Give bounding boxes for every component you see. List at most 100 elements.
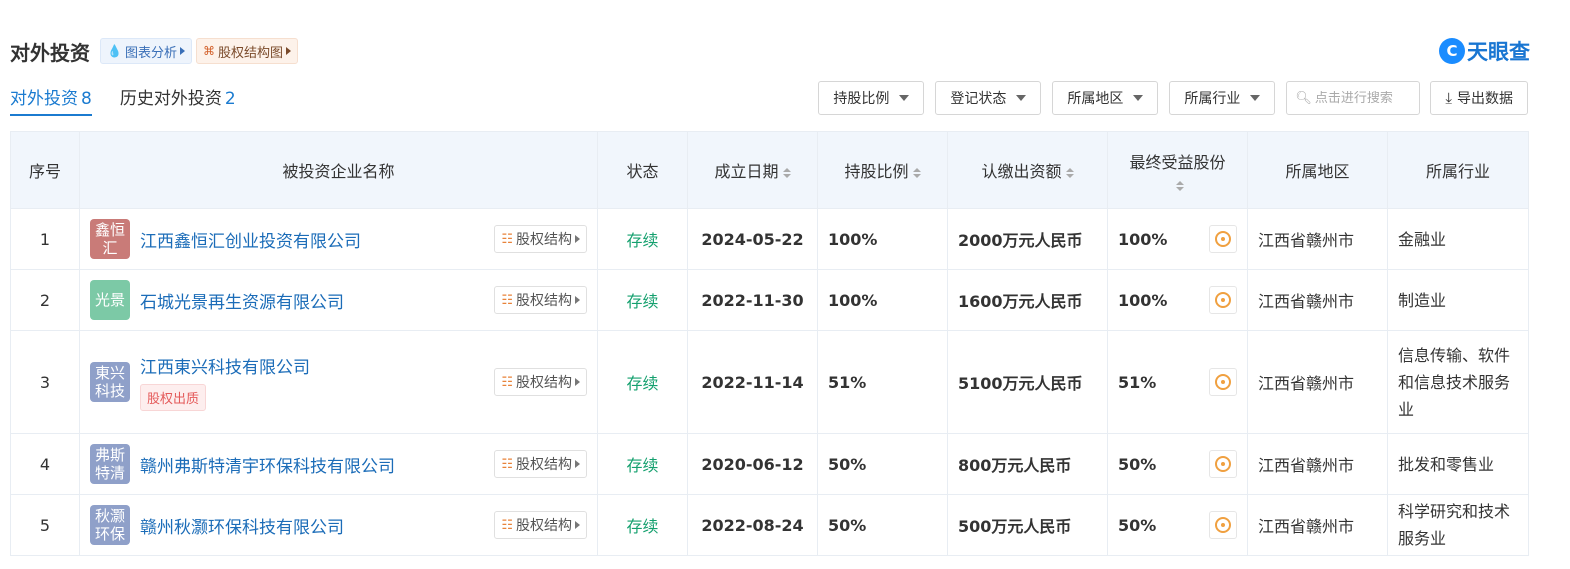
col-index: 序号: [10, 131, 80, 209]
benefit-ratio: 100%: [1118, 290, 1168, 310]
share-ratio: 100%: [817, 269, 948, 331]
trace-target-icon[interactable]: [1209, 286, 1237, 314]
chart-drop-icon: 💧: [107, 44, 122, 58]
trace-target-icon[interactable]: [1209, 225, 1237, 253]
chart-analysis-label: 图表分析: [124, 45, 177, 61]
company-logo: 秋灏环保: [90, 505, 130, 545]
network-icon: ⌘: [202, 44, 215, 58]
filter-label: 所属地区: [1067, 91, 1124, 107]
col-capital[interactable]: 认缴出资额: [947, 131, 1108, 209]
company-name-link[interactable]: 赣州秋灏环保科技有限公司: [140, 518, 344, 538]
sort-icon: [1175, 181, 1184, 191]
capital-amount: 5100万元人民币: [958, 374, 1083, 393]
search-input[interactable]: [1314, 90, 1415, 106]
company-logo-text: 光景: [94, 291, 125, 309]
filter-shareholding[interactable]: 持股比例: [818, 81, 925, 115]
share-ratio: 100%: [817, 208, 948, 270]
company-name-link[interactable]: 江西東兴科技有限公司: [140, 358, 310, 378]
company-logo-text: 弗斯特清: [94, 446, 125, 482]
company-logo: 光景: [90, 280, 130, 320]
equity-structure-button[interactable]: ⌘ 股权结构图: [195, 38, 298, 64]
trace-target-icon[interactable]: [1209, 450, 1237, 478]
tab-investments[interactable]: 对外投资 8: [10, 84, 92, 116]
filter-label: 所属行业: [1184, 91, 1241, 107]
trace-target-icon[interactable]: [1209, 368, 1237, 396]
filter-label: 登记状态: [950, 91, 1007, 107]
col-industry: 所属行业: [1387, 131, 1529, 209]
caret-right-icon: [575, 521, 580, 529]
sort-icon: [912, 167, 921, 178]
search-icon: 🔍︎: [1295, 90, 1312, 106]
status-badge: 存续: [597, 494, 688, 556]
benefit-cell: 50%: [1107, 494, 1248, 556]
tab-history-investments[interactable]: 历史对外投资 2: [120, 84, 236, 116]
row-index: 2: [10, 269, 80, 331]
tab-bar: 对外投资 8 历史对外投资 2: [10, 84, 264, 116]
company-name-link[interactable]: 江西鑫恒汇创业投资有限公司: [140, 232, 361, 252]
equity-structure-row-button[interactable]: ☷ 股权结构: [494, 225, 587, 253]
brand-logo: C 天眼查: [1439, 36, 1530, 66]
chevron-down-icon: [1016, 95, 1027, 101]
equity-structure-row-button[interactable]: ☷ 股权结构: [494, 368, 587, 396]
status-badge: 存续: [597, 433, 688, 495]
benefit-ratio: 100%: [1118, 229, 1168, 249]
benefit-cell: 100%: [1107, 208, 1248, 270]
equity-structure-row-button[interactable]: ☷ 股权结构: [494, 450, 587, 478]
filter-bar: 持股比例 登记状态 所属地区 所属行业 🔍︎ ⤓ 导出数据: [807, 81, 1528, 115]
caret-right-icon: [575, 378, 580, 386]
col-date[interactable]: 成立日期: [687, 131, 818, 209]
industry-cell: 金融业: [1387, 208, 1529, 270]
table-row: 3 東兴科技 江西東兴科技有限公司 股权出质 ☷ 股权结构 存续 2022-11…: [10, 330, 1529, 434]
industry-cell: 批发和零售业: [1387, 433, 1529, 495]
region-cell: 江西省赣州市: [1247, 208, 1388, 270]
export-button[interactable]: ⤓ 导出数据: [1430, 81, 1528, 115]
chevron-down-icon: [899, 95, 910, 101]
region-cell: 江西省赣州市: [1247, 330, 1388, 434]
trace-target-icon[interactable]: [1209, 511, 1237, 539]
company-name-link[interactable]: 赣州弗斯特清宇环保科技有限公司: [140, 457, 395, 477]
col-ratio[interactable]: 持股比例: [817, 131, 948, 209]
eye-logo-icon: C: [1439, 38, 1465, 64]
sort-icon: [782, 167, 791, 178]
company-cell: 秋灏环保 赣州秋灏环保科技有限公司 ☷ 股权结构: [79, 494, 598, 556]
row-index: 4: [10, 433, 80, 495]
brand-name: 天眼查: [1467, 40, 1530, 64]
equity-structure-label: 股权结构图: [217, 45, 283, 61]
filter-reg-status[interactable]: 登记状态: [935, 81, 1042, 115]
row-index: 3: [10, 330, 80, 434]
chevron-down-icon: [1133, 95, 1144, 101]
equity-btn-label: 股权结构: [516, 232, 572, 248]
table-row: 4 弗斯特清 赣州弗斯特清宇环保科技有限公司 ☷ 股权结构 存续 2020-06…: [10, 433, 1529, 495]
col-capital-label: 认缴出资额: [981, 162, 1062, 181]
capital-amount: 2000万元人民币: [958, 231, 1083, 250]
benefit-ratio: 50%: [1118, 454, 1157, 474]
capital-cell: 500万元人民币: [947, 494, 1108, 556]
search-box: 🔍︎: [1286, 81, 1421, 115]
benefit-cell: 100%: [1107, 269, 1248, 331]
col-benefit[interactable]: 最终受益股份: [1107, 131, 1248, 209]
caret-right-icon: [179, 47, 185, 55]
company-cell: 鑫恒汇 江西鑫恒汇创业投资有限公司 ☷ 股权结构: [79, 208, 598, 270]
equity-structure-row-button[interactable]: ☷ 股权结构: [494, 511, 587, 539]
chart-analysis-button[interactable]: 💧 图表分析: [100, 38, 192, 64]
page-title: 对外投资: [10, 40, 90, 65]
company-logo: 弗斯特清: [90, 444, 130, 484]
capital-cell: 2000万元人民币: [947, 208, 1108, 270]
founded-date: 2020-06-12: [687, 433, 818, 495]
download-icon: ⤓: [1445, 89, 1452, 107]
col-region: 所属地区: [1247, 131, 1388, 209]
company-logo: 東兴科技: [90, 362, 130, 402]
tab-count: 8: [81, 89, 92, 109]
company-name-link[interactable]: 石城光景再生资源有限公司: [140, 293, 344, 313]
benefit-cell: 50%: [1107, 433, 1248, 495]
table-row: 1 鑫恒汇 江西鑫恒汇创业投资有限公司 ☷ 股权结构 存续 2024-05-22…: [10, 208, 1529, 270]
company-logo-text: 東兴科技: [94, 364, 125, 400]
founded-date: 2022-11-14: [687, 330, 818, 434]
filter-industry[interactable]: 所属行业: [1169, 81, 1276, 115]
share-ratio: 50%: [817, 433, 948, 495]
equity-structure-row-button[interactable]: ☷ 股权结构: [494, 286, 587, 314]
filter-region[interactable]: 所属地区: [1052, 81, 1159, 115]
founded-date: 2024-05-22: [687, 208, 818, 270]
capital-cell: 1600万元人民币: [947, 269, 1108, 331]
company-cell: 弗斯特清 赣州弗斯特清宇环保科技有限公司 ☷ 股权结构: [79, 433, 598, 495]
